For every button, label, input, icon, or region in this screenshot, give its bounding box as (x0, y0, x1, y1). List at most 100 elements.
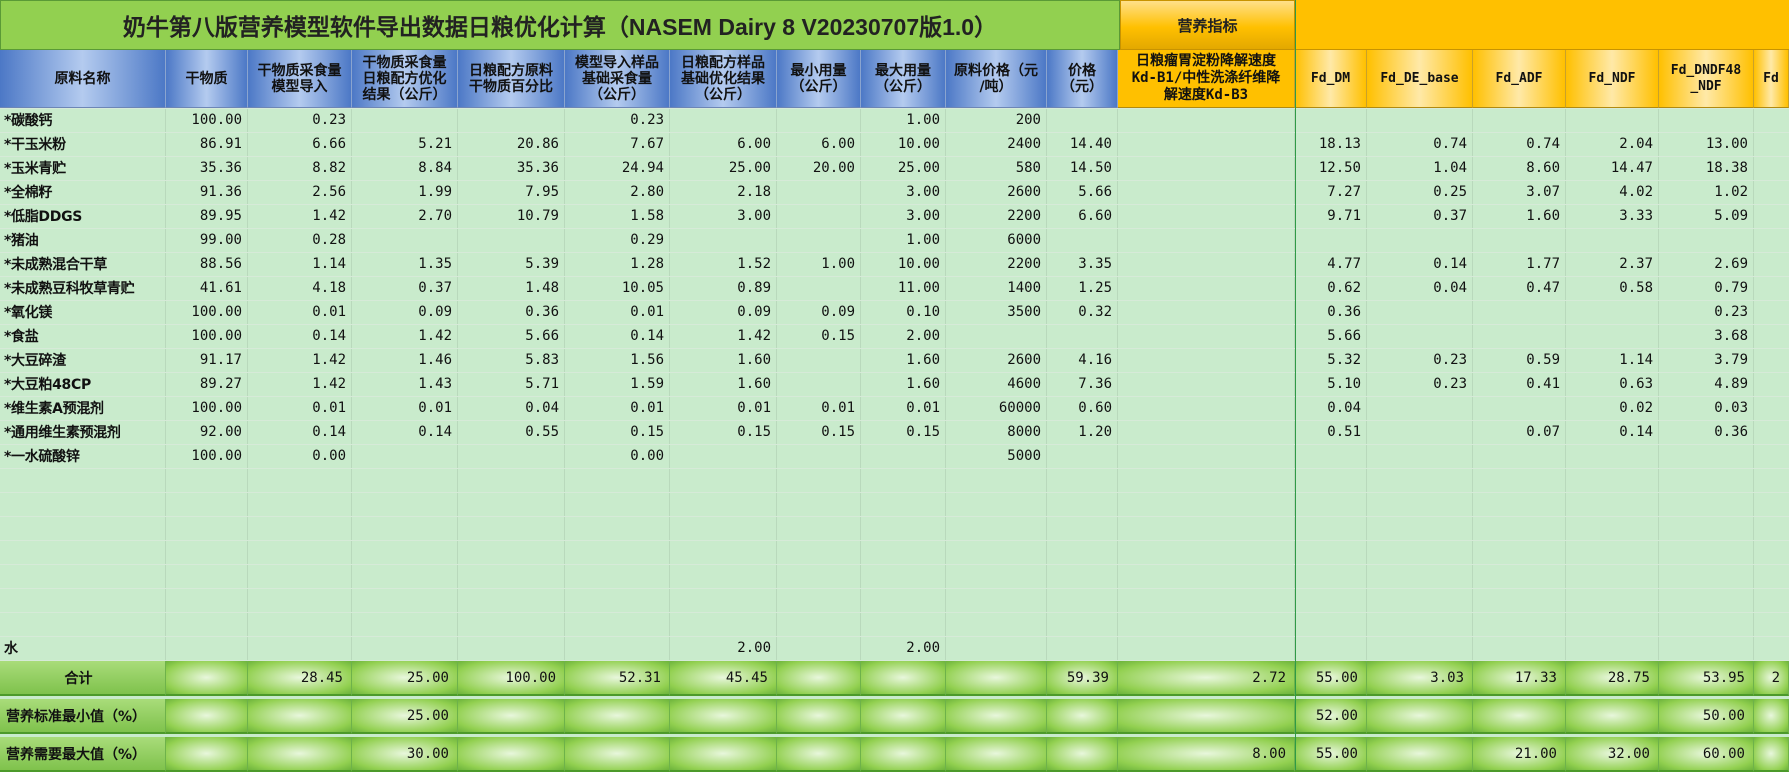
data-cell[interactable]: 5000 (946, 444, 1047, 468)
data-cell[interactable]: 0.74 (1367, 132, 1473, 156)
summary-label[interactable]: 营养需要最大值（%） (0, 737, 166, 772)
data-cell[interactable]: 580 (946, 156, 1047, 180)
data-cell[interactable]: 1.28 (565, 252, 670, 276)
data-cell[interactable] (1118, 252, 1295, 276)
summary-value-cell[interactable] (1047, 737, 1118, 772)
column-header-10[interactable]: 价格 （元） (1047, 50, 1118, 108)
data-cell[interactable] (458, 636, 565, 660)
data-cell[interactable] (1047, 108, 1118, 132)
data-cell[interactable]: 0.07 (1473, 420, 1566, 444)
column-header-2[interactable]: 干物质采食量 模型导入 (248, 50, 352, 108)
summary-value-cell[interactable] (458, 699, 565, 734)
data-cell[interactable] (1118, 324, 1295, 348)
data-cell[interactable]: 5.21 (352, 132, 458, 156)
data-cell[interactable]: 2.00 (861, 324, 946, 348)
ingredient-name-cell[interactable]: *通用维生素预混剂 (0, 420, 166, 444)
data-cell[interactable]: 0.02 (1566, 396, 1659, 420)
data-cell[interactable]: 2.18 (670, 180, 777, 204)
data-cell[interactable] (1473, 324, 1566, 348)
data-cell[interactable]: 10.79 (458, 204, 565, 228)
summary-value-cell[interactable] (946, 737, 1047, 772)
data-cell[interactable]: 7.67 (565, 132, 670, 156)
data-cell[interactable]: 6.66 (248, 132, 352, 156)
summary-value-cell[interactable] (458, 737, 565, 772)
data-cell[interactable]: 7.27 (1295, 180, 1367, 204)
column-header-5[interactable]: 模型导入样品 基础采食量 （公斤） (565, 50, 670, 108)
data-cell[interactable] (1118, 372, 1295, 396)
data-cell[interactable] (777, 636, 861, 660)
data-cell[interactable]: 5.39 (458, 252, 565, 276)
data-cell[interactable] (1754, 276, 1789, 300)
data-cell[interactable] (1118, 300, 1295, 324)
data-cell[interactable]: 100.00 (166, 444, 248, 468)
ingredient-name-cell[interactable]: *未成熟混合干草 (0, 252, 166, 276)
data-cell[interactable] (1118, 108, 1295, 132)
data-cell[interactable] (777, 204, 861, 228)
data-cell[interactable]: 9.71 (1295, 204, 1367, 228)
data-cell[interactable] (1566, 636, 1659, 660)
ingredient-name-cell[interactable]: *玉米青贮 (0, 156, 166, 180)
data-cell[interactable]: 3.68 (1659, 324, 1754, 348)
data-cell[interactable] (1566, 324, 1659, 348)
ingredient-name-cell[interactable]: 水 (0, 636, 166, 660)
summary-value-cell[interactable]: 2 (1754, 661, 1789, 696)
summary-value-cell[interactable]: 2.72 (1118, 661, 1295, 696)
data-cell[interactable]: 8000 (946, 420, 1047, 444)
data-cell[interactable] (777, 444, 861, 468)
summary-value-cell[interactable]: 3.03 (1367, 661, 1473, 696)
summary-value-cell[interactable]: 32.00 (1566, 737, 1659, 772)
ingredient-name-cell[interactable]: *干玉米粉 (0, 132, 166, 156)
column-header-4[interactable]: 日粮配方原料 干物质百分比 (458, 50, 565, 108)
data-cell[interactable] (458, 444, 565, 468)
data-cell[interactable]: 0.15 (777, 324, 861, 348)
data-cell[interactable]: 3.07 (1473, 180, 1566, 204)
data-cell[interactable]: 5.71 (458, 372, 565, 396)
column-header-14[interactable]: Fd_ADF (1473, 50, 1566, 108)
summary-value-cell[interactable]: 52.31 (565, 661, 670, 696)
data-cell[interactable]: 2600 (946, 348, 1047, 372)
ingredient-name-cell[interactable]: *食盐 (0, 324, 166, 348)
summary-value-cell[interactable] (1473, 699, 1566, 734)
summary-value-cell[interactable]: 59.39 (1047, 661, 1118, 696)
data-cell[interactable] (777, 180, 861, 204)
data-cell[interactable]: 14.40 (1047, 132, 1118, 156)
ingredient-name-cell[interactable]: *未成熟豆科牧草青贮 (0, 276, 166, 300)
data-cell[interactable]: 1.42 (248, 204, 352, 228)
data-cell[interactable]: 35.36 (458, 156, 565, 180)
summary-value-cell[interactable]: 28.75 (1566, 661, 1659, 696)
data-cell[interactable]: 10.00 (861, 252, 946, 276)
data-cell[interactable]: 100.00 (166, 300, 248, 324)
data-cell[interactable] (458, 108, 565, 132)
data-cell[interactable]: 2.70 (352, 204, 458, 228)
ingredient-name-cell[interactable]: *维生素A预混剂 (0, 396, 166, 420)
data-cell[interactable]: 10.05 (565, 276, 670, 300)
data-cell[interactable]: 91.17 (166, 348, 248, 372)
data-cell[interactable]: 0.37 (352, 276, 458, 300)
data-cell[interactable]: 0.00 (248, 444, 352, 468)
data-cell[interactable] (1754, 252, 1789, 276)
data-cell[interactable] (1754, 420, 1789, 444)
data-cell[interactable]: 0.63 (1566, 372, 1659, 396)
data-cell[interactable] (1473, 108, 1566, 132)
data-cell[interactable]: 3.00 (861, 180, 946, 204)
column-header-1[interactable]: 干物质 (166, 50, 248, 108)
data-cell[interactable]: 14.50 (1047, 156, 1118, 180)
data-cell[interactable]: 99.00 (166, 228, 248, 252)
data-cell[interactable] (1754, 396, 1789, 420)
data-cell[interactable]: 0.58 (1566, 276, 1659, 300)
data-cell[interactable]: 14.47 (1566, 156, 1659, 180)
data-cell[interactable] (1566, 228, 1659, 252)
data-cell[interactable]: 5.10 (1295, 372, 1367, 396)
column-header-3[interactable]: 干物质采食量 日粮配方优化 结果（公斤） (352, 50, 458, 108)
data-cell[interactable]: 0.55 (458, 420, 565, 444)
summary-value-cell[interactable] (1047, 699, 1118, 734)
column-header-15[interactable]: Fd_NDF (1566, 50, 1659, 108)
data-cell[interactable] (1754, 324, 1789, 348)
summary-value-cell[interactable] (946, 699, 1047, 734)
data-cell[interactable]: 0.74 (1473, 132, 1566, 156)
data-cell[interactable] (1367, 324, 1473, 348)
data-cell[interactable] (861, 444, 946, 468)
data-cell[interactable] (166, 636, 248, 660)
data-cell[interactable]: 0.09 (777, 300, 861, 324)
data-cell[interactable] (352, 636, 458, 660)
